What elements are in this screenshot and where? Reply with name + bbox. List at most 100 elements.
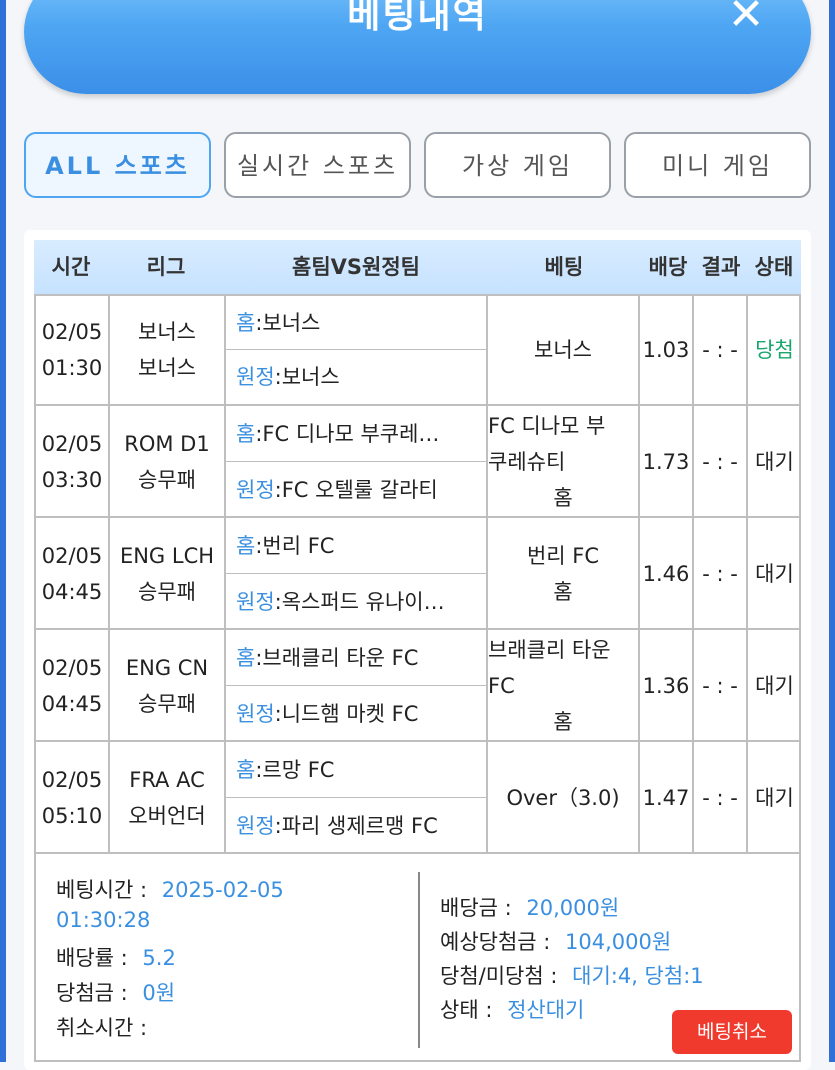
result-text: - : - [702, 338, 738, 362]
table-row: 02/05 05:10 FRA AC 오버언더 홈:르망 FC 원정:파리 생제… [36, 740, 799, 854]
status-row: 상태 : 정산대기 [440, 994, 584, 1024]
home-team: 홈:르망 FC [226, 742, 486, 798]
bet-time-clock: 01:30:28 [56, 908, 151, 932]
teams-cell: 홈:보너스 원정:보너스 [224, 296, 486, 404]
header-bet: 베팅 [544, 255, 584, 279]
status-badge: 대기 [755, 562, 794, 586]
home-team: 홈:보너스 [226, 296, 486, 350]
away-team: 원정:파리 생제르맹 FC [226, 798, 486, 854]
header-time: 시간 [51, 255, 91, 279]
league-text: ENG LCH [119, 544, 215, 568]
status-label: 상태 : [440, 998, 493, 1022]
frame-edge-left [0, 0, 6, 1062]
date-text: 02/05 [41, 768, 103, 792]
table-row: 02/05 04:45 ENG LCH 승무패 홈:번리 FC 원정:옥스퍼드 … [36, 516, 799, 630]
tab-mini-games[interactable]: 미니 게임 [624, 132, 811, 198]
odds-cell: 1.47 [638, 742, 692, 854]
away-prefix: 원정 [236, 702, 275, 726]
bet-time-row: 베팅시간 : 2025-02-05 [56, 874, 284, 904]
time-text: 04:45 [41, 692, 103, 716]
status-cell: 대기 [746, 406, 801, 518]
bet-line: 홈 [553, 580, 573, 604]
bet-history-panel: 시간 리그 홈팀VS원정팀 베팅 배당 결과 상태 02/05 01:30 보너… [24, 230, 811, 1070]
bet-line: 홈 [553, 710, 573, 734]
bet-cell: 번리 FC 홈 [486, 518, 638, 630]
bet-line: 홈 [553, 486, 573, 510]
status-cell: 당첨 [746, 296, 801, 404]
time-text: 03:30 [41, 468, 103, 492]
result-cell: - : - [692, 630, 746, 742]
win-amount-value: 0원 [142, 981, 176, 1005]
odds-cell: 1.73 [638, 406, 692, 518]
status-badge: 대기 [755, 450, 794, 474]
table-row: 02/05 01:30 보너스 보너스 홈:보너스 원정:보너스 보너스 1.0… [36, 296, 799, 404]
league-cell: ROM D1 승무패 [108, 406, 224, 518]
tab-virtual-games[interactable]: 가상 게임 [424, 132, 611, 198]
bet-line: 보너스 [534, 338, 592, 362]
league-text: ENG CN [125, 656, 209, 680]
bet-time-label: 베팅시간 : [56, 878, 148, 902]
header-league: 리그 [146, 255, 186, 279]
table-header: 시간 리그 홈팀VS원정팀 베팅 배당 결과 상태 [34, 240, 801, 294]
time-cell: 02/05 03:30 [36, 406, 108, 518]
bet-cell: FC 디나모 부 쿠레슈티 홈 [486, 406, 638, 518]
result-text: - : - [702, 674, 738, 698]
away-prefix: 원정 [236, 814, 275, 838]
teams-cell: 홈:번리 FC 원정:옥스퍼드 유나이… [224, 518, 486, 630]
result-text: - : - [702, 450, 738, 474]
table-row: 02/05 03:30 ROM D1 승무패 홈:FC 디나모 부쿠레… 원정:… [36, 404, 799, 518]
status-value: 정산대기 [507, 998, 585, 1022]
home-prefix: 홈 [236, 310, 256, 335]
time-text: 04:45 [41, 580, 103, 604]
odds-rate-row: 배당률 : 5.2 [56, 942, 176, 972]
close-icon[interactable]: ✕ [721, 0, 771, 40]
time-cell: 02/05 04:45 [36, 518, 108, 630]
bet-line: FC [488, 674, 515, 698]
odds-text: 1.36 [642, 674, 690, 698]
result-text: - : - [702, 786, 738, 810]
teams-cell: 홈:FC 디나모 부쿠레… 원정:FC 오텔룰 갈라티 [224, 406, 486, 518]
expected-row: 예상당첨금 : 104,000원 [440, 926, 671, 956]
modal-title: 베팅내역 [347, 0, 488, 36]
bet-table: 02/05 01:30 보너스 보너스 홈:보너스 원정:보너스 보너스 1.0… [34, 294, 801, 854]
category-tabs: ALL 스포츠 실시간 스포츠 가상 게임 미니 게임 [24, 132, 811, 202]
home-prefix: 홈 [236, 757, 256, 782]
odds-text: 1.46 [642, 562, 690, 586]
odds-cell: 1.03 [638, 296, 692, 404]
time-cell: 02/05 01:30 [36, 296, 108, 404]
win-lose-label: 당첨/미당첨 : [440, 964, 558, 988]
tab-live-sports[interactable]: 실시간 스포츠 [224, 132, 411, 198]
table-row: 02/05 04:45 ENG CN 승무패 홈:브래클리 타운 FC 원정:니… [36, 628, 799, 742]
date-text: 02/05 [41, 432, 103, 456]
summary-divider [418, 872, 420, 1048]
time-cell: 02/05 05:10 [36, 742, 108, 854]
league-text: ROM D1 [124, 432, 210, 456]
cancel-bet-button[interactable]: 베팅취소 [672, 1010, 792, 1054]
status-cell: 대기 [746, 518, 801, 630]
date-text: 02/05 [41, 656, 103, 680]
league-cell: ENG LCH 승무패 [108, 518, 224, 630]
away-team-name: :FC 오텔룰 갈라티 [274, 478, 438, 502]
frame-edge-right [829, 0, 835, 1062]
status-badge: 대기 [755, 674, 794, 698]
away-team-name: :보너스 [274, 365, 340, 389]
win-lose-value: 대기:4, 당첨:1 [572, 964, 704, 988]
tab-all-sports[interactable]: ALL 스포츠 [24, 132, 211, 198]
away-team-name: :파리 생제르맹 FC [274, 814, 438, 838]
stake-row: 배당금 : 20,000원 [440, 892, 619, 922]
status-badge: 당첨 [755, 338, 794, 362]
odds-cell: 1.46 [638, 518, 692, 630]
time-cell: 02/05 04:45 [36, 630, 108, 742]
status-badge: 대기 [755, 786, 794, 810]
home-team-name: :FC 디나모 부쿠레… [255, 421, 440, 446]
expected-value: 104,000원 [565, 930, 672, 954]
home-team: 홈:브래클리 타운 FC [226, 630, 486, 686]
home-prefix: 홈 [236, 645, 256, 670]
away-team-name: :옥스퍼드 유나이… [274, 590, 445, 614]
odds-rate-value: 5.2 [142, 946, 176, 970]
header-teams: 홈팀VS원정팀 [292, 255, 420, 279]
home-team-name: :르망 FC [255, 757, 335, 782]
bet-line: 브래클리 타운 [488, 638, 611, 662]
home-prefix: 홈 [236, 421, 256, 446]
result-cell: - : - [692, 406, 746, 518]
